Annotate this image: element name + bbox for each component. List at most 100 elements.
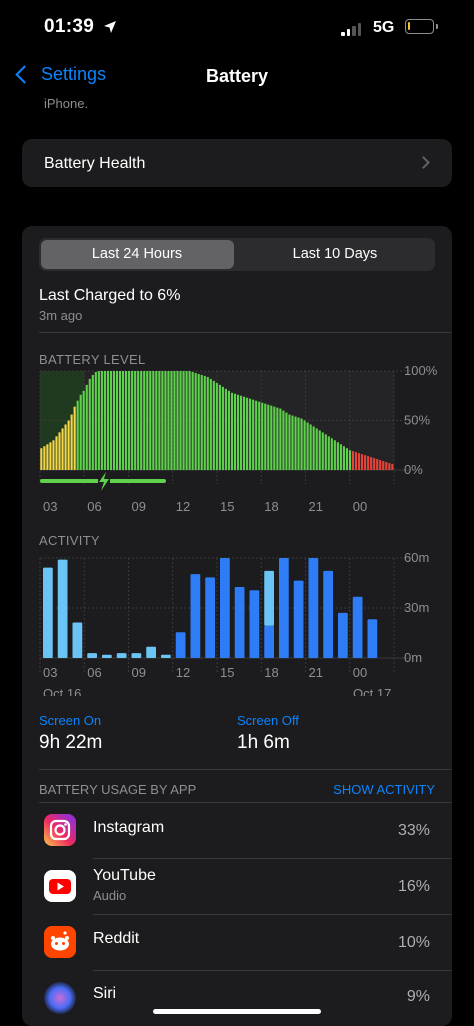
battery-bar — [118, 371, 122, 470]
battery-bar — [115, 371, 119, 470]
segment-last-10-days[interactable]: Last 10 Days — [237, 246, 433, 262]
battery-bar — [391, 464, 394, 470]
battery-bar — [303, 420, 306, 470]
battery-bar — [137, 371, 140, 470]
battery-bar — [200, 374, 203, 470]
x-tick-label: 15 — [220, 499, 234, 514]
app-row-instagram[interactable]: Instagram 33% — [22, 803, 452, 858]
activity-bar-screen-on — [249, 590, 260, 658]
activity-bar-screen-on — [220, 558, 230, 658]
battery-bar — [43, 446, 46, 470]
app-percentage: 9% — [406, 988, 430, 1005]
battery-bar — [161, 371, 164, 470]
activity-bar-screen-off — [102, 654, 112, 658]
battery-bar — [321, 432, 324, 470]
x-tick-label: 03 — [43, 499, 57, 514]
battery-bar — [258, 401, 261, 470]
x-tick-label: 21 — [309, 665, 323, 680]
battery-bar — [370, 457, 373, 470]
show-activity-button[interactable]: SHOW ACTIVITY — [333, 782, 435, 797]
battery-bar — [100, 371, 103, 470]
activity-chart: 60m 30m 0m 03 06 09 12 15 18 21 00 Oct 16 Oct 17 — [39, 550, 429, 696]
usage-by-app-header: BATTERY USAGE BY APP — [39, 782, 197, 797]
app-percentage: 33% — [397, 822, 430, 839]
battery-bar — [218, 384, 221, 470]
battery-bar — [64, 424, 67, 470]
segment-last-24-hours[interactable]: Last 24 Hours — [39, 246, 235, 262]
battery-bar — [140, 371, 143, 470]
x-tick-label: 06 — [87, 665, 101, 680]
battery-bar — [215, 382, 218, 470]
battery-bar — [212, 380, 215, 470]
x-tick-label: 00 — [353, 499, 367, 514]
activity-bar-screen-off — [72, 622, 83, 658]
battery-bar — [52, 440, 55, 470]
divider — [39, 769, 452, 770]
app-name: Reddit — [93, 930, 140, 947]
battery-bar — [306, 422, 309, 470]
activity-bar-screen-off — [146, 646, 156, 658]
battery-bar — [285, 412, 288, 470]
battery-bar — [291, 415, 294, 470]
app-row-youtube[interactable]: YouTube Audio 16% — [22, 859, 452, 914]
battery-bar — [146, 371, 149, 470]
x-tick-label: 18 — [264, 665, 278, 680]
x-tick-label: 06 — [87, 499, 101, 514]
battery-bar — [134, 371, 137, 470]
battery-icon — [405, 19, 438, 34]
battery-bar — [267, 404, 270, 470]
y-tick-label: 50% — [404, 413, 430, 428]
battery-bar — [67, 420, 70, 470]
cellular-signal-icon — [341, 23, 361, 36]
x-tick-label: 15 — [220, 665, 234, 680]
app-subtitle: Audio — [93, 888, 127, 903]
battery-bar — [354, 452, 358, 470]
battery-bar — [239, 395, 243, 470]
screen-off-value: 1h 6m — [237, 732, 290, 753]
activity-bar-screen-off — [116, 653, 127, 658]
battery-bar — [128, 371, 131, 470]
x-tick-label: 12 — [176, 665, 190, 680]
activity-bar-screen-on — [175, 632, 186, 658]
battery-bar — [40, 448, 43, 470]
battery-bar — [312, 426, 315, 470]
battery-bar — [94, 371, 97, 470]
app-percentage: 10% — [397, 934, 430, 951]
battery-bar — [297, 417, 300, 470]
x-tick-label: 09 — [132, 665, 146, 680]
app-row-siri[interactable]: Siri 9% — [22, 971, 452, 1026]
battery-level-chart: 100% 50% 0% 03 06 09 12 15 18 21 00 — [39, 366, 438, 514]
activity-bar-screen-on — [367, 619, 378, 658]
app-row-reddit[interactable]: Reddit 10% — [22, 915, 452, 970]
app-name: Instagram — [93, 819, 165, 836]
battery-bar — [155, 371, 158, 470]
battery-bar — [191, 371, 194, 470]
battery-bar — [58, 432, 61, 470]
activity-bar-screen-off — [87, 653, 97, 658]
battery-bar — [224, 388, 227, 470]
x-tick-label: 00 — [353, 665, 367, 680]
y-tick-label: 0% — [404, 462, 423, 477]
battery-bar — [91, 374, 94, 470]
battery-bar — [158, 371, 161, 470]
y-tick-label: 100% — [404, 366, 438, 378]
battery-bar — [203, 375, 206, 470]
battery-health-row[interactable]: Battery Health — [22, 139, 452, 187]
x-tick-label: 18 — [264, 499, 278, 514]
battery-bar — [167, 371, 170, 470]
battery-bar — [367, 456, 370, 470]
activity-bar-screen-off — [43, 567, 53, 658]
battery-bar — [233, 393, 237, 470]
battery-bar — [209, 378, 212, 470]
battery-bar — [121, 371, 125, 470]
battery-bar — [70, 414, 73, 470]
battery-bar — [364, 455, 367, 470]
battery-bar — [221, 386, 224, 470]
location-arrow-icon — [103, 20, 117, 39]
battery-bar — [152, 371, 155, 470]
app-name: Siri — [93, 985, 117, 1002]
battery-bar — [55, 436, 58, 470]
battery-bar — [333, 440, 336, 470]
battery-bar — [336, 442, 339, 470]
battery-bar — [79, 394, 82, 470]
